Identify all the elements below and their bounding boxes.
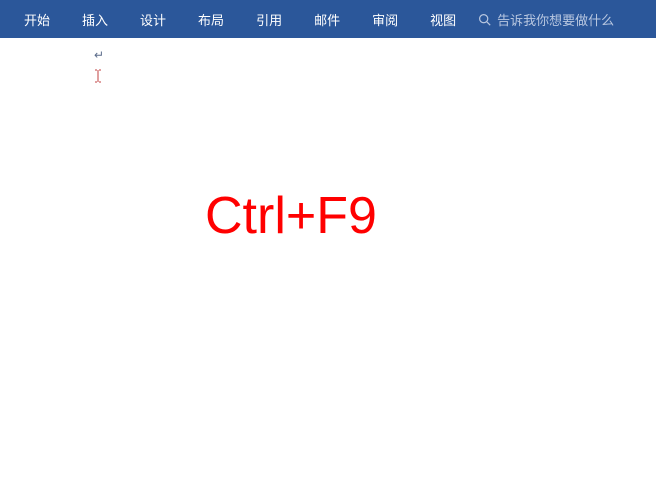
search-icon xyxy=(478,13,491,26)
tab-layout[interactable]: 布局 xyxy=(182,0,240,38)
tab-home[interactable]: 开始 xyxy=(8,0,66,38)
tab-view[interactable]: 视图 xyxy=(414,0,472,38)
tab-design[interactable]: 设计 xyxy=(124,0,182,38)
tab-review[interactable]: 审阅 xyxy=(356,0,414,38)
tab-insert[interactable]: 插入 xyxy=(66,0,124,38)
document-area[interactable]: ↵ Ctrl+F9 xyxy=(0,38,656,501)
tab-mailings[interactable]: 邮件 xyxy=(298,0,356,38)
keyboard-shortcut-annotation: Ctrl+F9 xyxy=(205,186,377,246)
text-cursor-icon xyxy=(94,69,102,83)
tell-me-search[interactable]: 告诉我你想要做什么 xyxy=(478,10,614,29)
paragraph-mark-icon: ↵ xyxy=(94,48,104,62)
tell-me-placeholder: 告诉我你想要做什么 xyxy=(497,10,614,29)
ribbon-tabs: 开始 插入 设计 布局 引用 邮件 审阅 视图 告诉我你想要做什么 xyxy=(0,0,656,38)
tab-references[interactable]: 引用 xyxy=(240,0,298,38)
